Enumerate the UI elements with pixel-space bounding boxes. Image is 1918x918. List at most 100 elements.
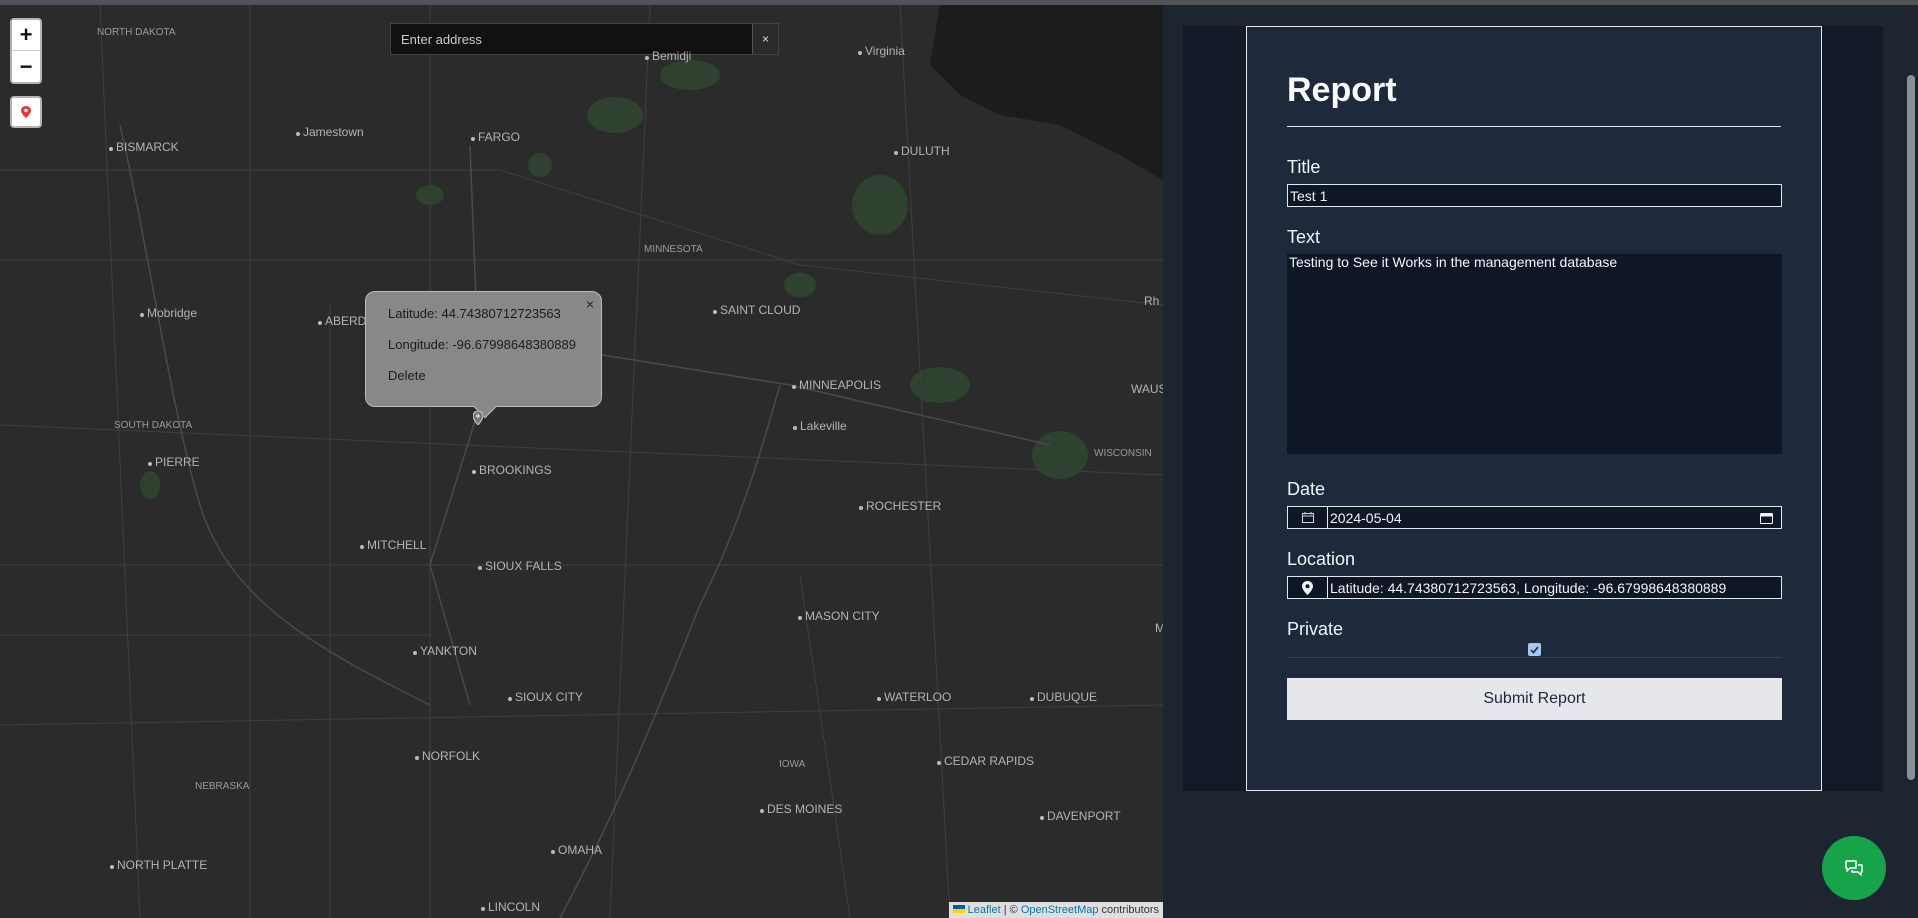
map-place-label: Lakeville [800,419,847,433]
map-place-label: NORFOLK [422,749,481,763]
map-place-label: BROOKINGS [479,463,552,477]
map-place-label: SOUTH DAKOTA [114,420,193,431]
report-form: Report Title Text Testing to See it Work… [1246,26,1822,791]
map-place-label: SIOUX CITY [515,690,584,704]
map-place-dot [478,566,482,570]
location-field[interactable]: Latitude: 44.74380712723563, Longitude: … [1287,576,1782,599]
map-place-dot [415,756,419,760]
popup-close-button[interactable]: × [586,296,594,312]
map-place-label: Mobridge [147,306,198,320]
map-place-label: DES MOINES [767,802,843,816]
map-place-dot [140,313,144,317]
date-label: Date [1287,479,1326,499]
map-place-dot [360,545,364,549]
map-place-dot [318,321,322,325]
map-place-label: WATERLOO [884,690,952,704]
map-place-label: MASON CITY [805,609,880,623]
map-place-label: MINNESOTA [644,244,703,255]
map-place-dot [937,761,941,765]
map-place-label: SIOUX FALLS [485,559,562,573]
map-place-label: IOWA [779,759,806,770]
map-place-dot [472,470,476,474]
map-place-label: M [1155,621,1163,635]
chat-button[interactable] [1822,836,1886,900]
map-place-label: WAUS [1131,382,1163,396]
map-place-dot [110,865,114,869]
address-search-input[interactable] [391,24,752,54]
title-label: Title [1287,157,1321,177]
map-place-dot [760,809,764,813]
submit-report-button[interactable]: Submit Report [1287,678,1782,720]
map-place-label: DAVENPORT [1047,809,1121,823]
date-field[interactable]: 2024-05-04 [1287,506,1782,529]
private-checkbox[interactable] [1528,643,1541,656]
ukraine-flag-icon [952,905,965,913]
zoom-out-button[interactable]: − [12,51,40,82]
map-place-label: Bemidji [652,49,692,63]
map-place-label: PIERRE [155,455,200,469]
map-place-dot [877,697,881,701]
map-place-dot [148,462,152,466]
popup-longitude: Longitude: -96.67998648380889 [388,337,576,352]
chat-bubbles-icon [1845,860,1863,876]
map-place-dot [551,850,555,854]
scrollbar-thumb[interactable] [1907,75,1915,780]
leaflet-link[interactable]: Leaflet [968,904,1001,916]
zoom-in-button[interactable]: + [12,20,40,51]
calendar-icon [1288,507,1328,528]
map-place-label: OMAHA [558,843,603,857]
map-place-label: CEDAR RAPIDS [944,754,1035,768]
location-value: Latitude: 44.74380712723563, Longitude: … [1330,579,1727,596]
title-input[interactable] [1287,184,1782,207]
page-title: Report [1287,71,1781,127]
marker-popup: × Latitude: 44.74380712723563 Longitude:… [365,291,602,419]
map-place-label: WISCONSIN [1094,448,1152,459]
popup-latitude: Latitude: 44.74380712723563 [388,306,561,321]
date-value: 2024-05-04 [1330,509,1402,526]
map-place-label: LINCOLN [488,900,541,914]
map-place-dot [508,697,512,701]
location-label: Location [1287,549,1356,569]
map-pin-icon [21,106,31,118]
popup-delete-link[interactable]: Delete [388,368,601,383]
attribution-separator: | © [1000,904,1021,916]
checkmark-icon [1530,645,1539,654]
map-place-label: NEBRASKA [195,781,250,792]
search-clear-button[interactable]: × [752,24,778,54]
text-textarea[interactable]: Testing to See it Works in the managemen… [1287,254,1782,454]
map-place-dot [793,426,797,430]
map-place-dot [471,137,475,141]
location-pin-icon [1288,577,1328,598]
map-place-dot [109,147,113,151]
map-place-dot [1030,697,1034,701]
text-label: Text [1287,227,1321,247]
map-place-label: NORTH PLATTE [117,858,208,872]
map-view[interactable]: + − × NORTH DAKOTA Bemidji Virginia Jamesto… [0,5,1163,918]
zoom-control: + − [10,18,42,84]
locate-button[interactable] [10,96,42,128]
map-place-dot [858,51,862,55]
map-place-label: MITCHELL [367,538,427,552]
map-place-label: NORTH DAKOTA [97,27,176,38]
date-picker-icon[interactable] [1760,512,1773,524]
map-place-dot [798,616,802,620]
map-place-label: Virginia [865,44,905,58]
address-search: × [390,23,779,55]
map-attribution: Leaflet | © OpenStreetMap contributors [948,902,1163,918]
map-place-dot [645,56,649,60]
map-place-label: YANKTON [420,644,477,658]
private-checkbox-row [1287,643,1782,658]
map-place-dot [296,132,300,136]
map-place-dot [1040,816,1044,820]
map-place-label: MINNEAPOLIS [799,378,882,392]
map-place-label: FARGO [478,130,521,144]
osm-link[interactable]: OpenStreetMap [1021,904,1099,916]
map-place-dot [859,506,863,510]
map-place-label: Rh [1144,294,1160,308]
page-scrollbar[interactable] [1904,5,1918,918]
map-place-label: DULUTH [901,144,950,158]
map-place-dot [481,907,485,911]
map-marker-icon[interactable] [473,411,483,425]
map-place-dot [792,385,796,389]
map-place-label: SAINT CLOUD [720,303,801,317]
